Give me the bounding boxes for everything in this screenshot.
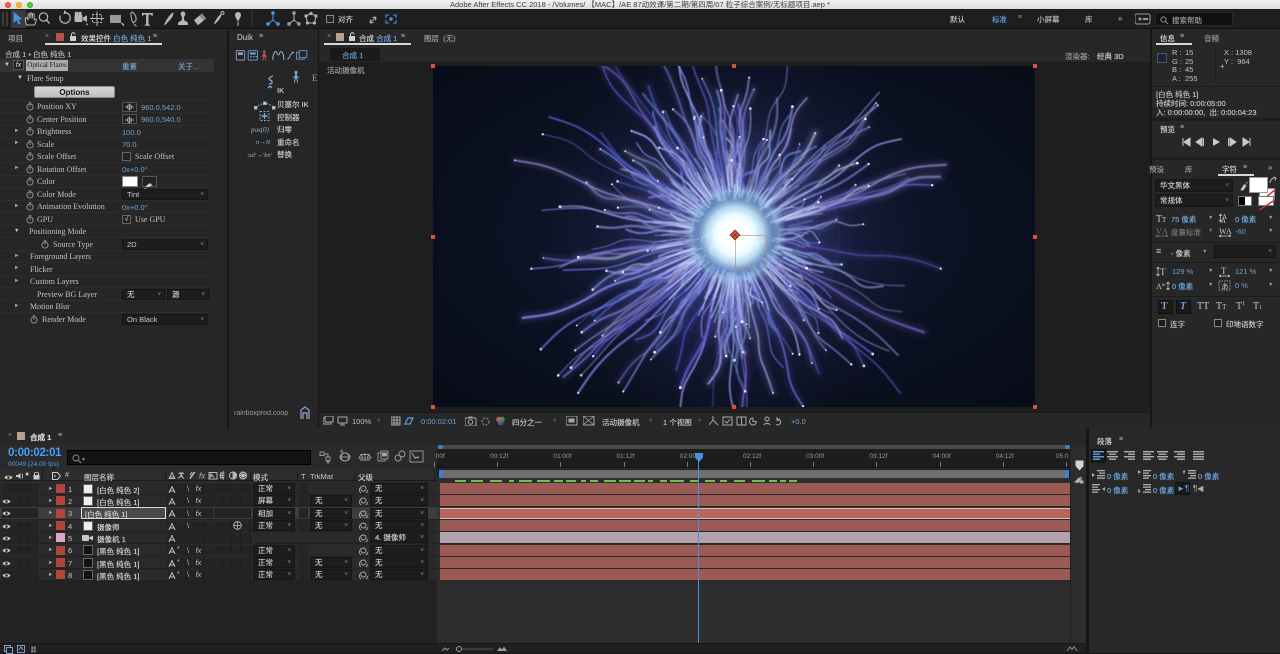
svg-text:n→N: n→N xyxy=(256,139,271,146)
svg-text:fx: fx xyxy=(199,472,206,481)
svg-text:T: T xyxy=(1221,266,1227,276)
svg-text:a: a xyxy=(1162,282,1165,288)
svg-text:T: T xyxy=(1162,216,1167,223)
svg-text:T: T xyxy=(1160,267,1166,277)
svg-text:'ad'→'bn': 'ad'→'bn' xyxy=(247,152,273,159)
svg-text:pos(0): pos(0) xyxy=(250,126,270,134)
svg-text:A: A xyxy=(1226,227,1232,236)
svg-text:A: A xyxy=(1162,227,1168,236)
svg-text:あ: あ xyxy=(1222,283,1229,291)
